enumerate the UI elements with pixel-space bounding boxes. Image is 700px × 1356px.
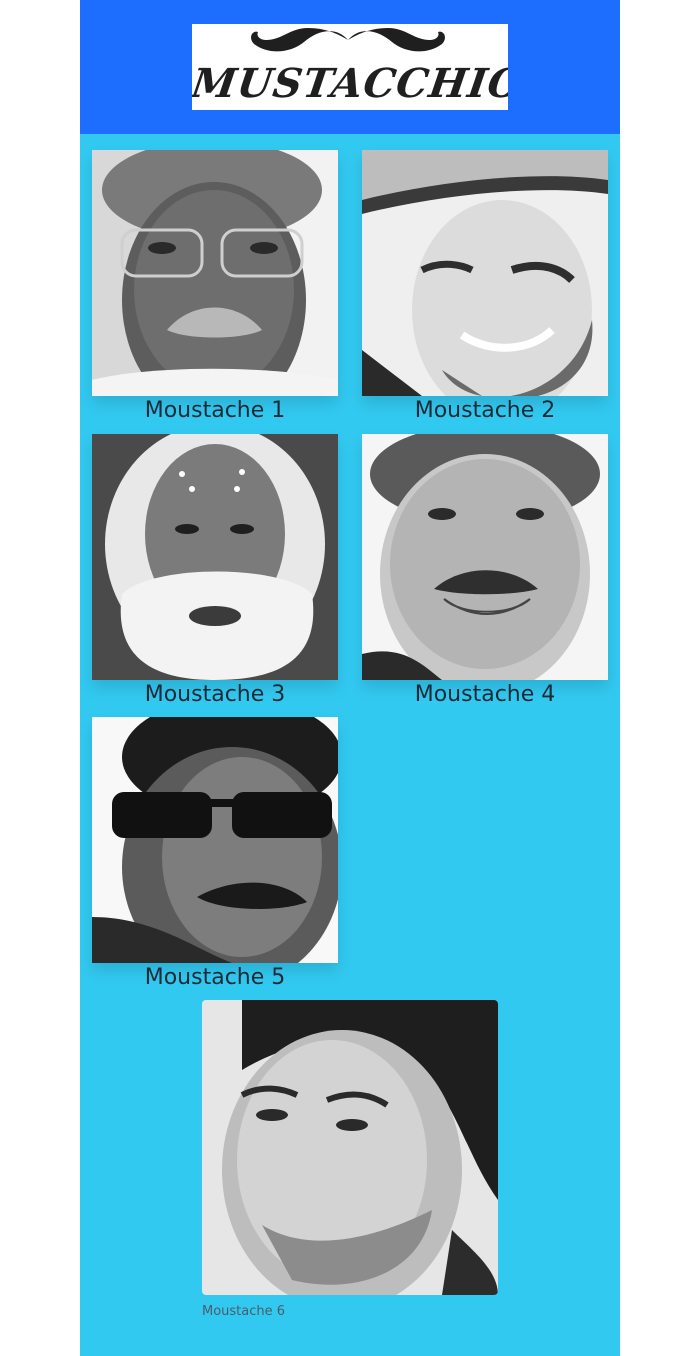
card-caption: Moustache 2	[414, 398, 556, 423]
portrait-photo	[92, 434, 338, 680]
site-header: MUSTACCHIO	[80, 0, 620, 134]
card-caption: Moustache 5	[144, 965, 286, 990]
card-caption: Moustache 4	[414, 682, 556, 707]
portrait-photo	[202, 1000, 498, 1295]
portrait-photo	[362, 150, 608, 396]
card-caption: Moustache 3	[144, 682, 286, 707]
portrait-photo	[92, 150, 338, 396]
card-caption: Moustache 1	[144, 398, 286, 423]
featured-caption: Moustache 6	[202, 1304, 286, 1319]
portrait-photo	[362, 434, 608, 680]
page-body: MUSTACCHIO Moustache 1 Moustache 2 Moust…	[80, 0, 620, 1356]
logo-wordmark: MUSTACCHIO	[192, 60, 508, 107]
mustache-logo-icon	[251, 28, 445, 52]
portrait-photo	[92, 717, 338, 963]
site-logo[interactable]: MUSTACCHIO	[192, 24, 508, 110]
